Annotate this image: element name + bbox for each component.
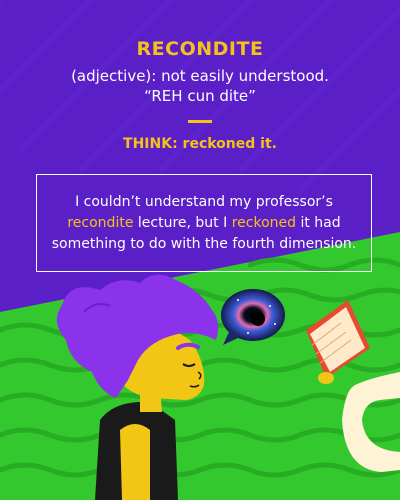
highlight-reckoned: reckoned [231,214,297,231]
divider [188,120,212,123]
mnemonic: THINK: reckoned it. [123,136,277,152]
example-sentence: I couldn’t understand my professor’s reco… [49,192,359,255]
definition-block: (adjective): not easily understood. “REH… [0,66,400,106]
word-title: RECONDITE [136,38,264,60]
highlight-recondite: recondite [67,214,134,231]
definition: (adjective): not easily understood. [71,67,329,85]
example-part-2: lecture, but I [133,214,232,231]
example-sentence-box: I couldn’t understand my professor’s reco… [36,174,372,272]
pronunciation: “REH cun dite” [144,87,256,105]
example-part-1: I couldn’t understand my professor’s [75,193,333,210]
